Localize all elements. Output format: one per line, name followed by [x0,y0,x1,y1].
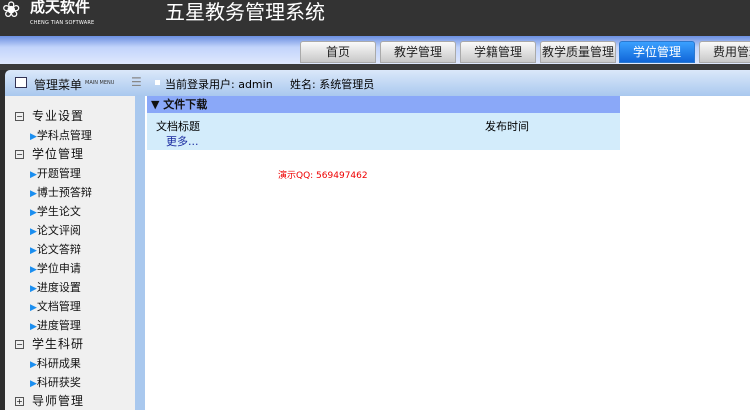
sidebar-item-label: 学生论文 [36,205,81,218]
collapse-icon[interactable]: − [15,150,24,159]
sidebar-item[interactable]: ▶学位申请 [30,260,81,276]
arrow-icon: ▶ [30,379,37,389]
arrow-icon: ▶ [30,360,37,370]
sidebar-item[interactable]: ▶学生论文 [30,203,81,219]
sidebar-item[interactable]: ▶科研成果 [30,355,81,371]
sidebar-item[interactable]: ▶开题管理 [30,165,81,181]
logo-subtext: CHENG TIAN SOFTWARE [30,20,95,26]
sidebar-group[interactable]: + 导师管理 [15,392,84,409]
current-user: 当前登录用户: admin [165,78,273,91]
menu-subtitle: MAIN MENU [85,80,115,86]
sidebar-item-label: 博士预答辩 [36,186,92,199]
arrow-icon: ▶ [30,132,37,142]
top-header: ❀ 成天软件 CHENG TIAN SOFTWARE 五星教务管理系统 [0,0,750,36]
sidebar-group-label: 导师管理 [32,394,85,408]
more-link[interactable]: 更多... [166,133,199,149]
sidebar-item[interactable]: ▶科研获奖 [30,374,81,390]
collapse-icon[interactable]: − [15,112,24,121]
sidebar-group[interactable]: − 学生科研 [15,335,84,352]
arrow-icon: ▶ [30,284,37,294]
arrow-icon: ▶ [30,322,37,332]
tab-student-records[interactable]: 学籍管理 [460,41,536,63]
sidebar-item[interactable]: ▶进度管理 [30,317,81,333]
sidebar-item-label: 进度设置 [36,281,81,294]
collapse-menu-icon[interactable]: ☰ [131,75,142,89]
arrow-icon: ▶ [30,246,37,256]
arrow-icon: ▶ [30,265,37,275]
info-bar: 管理菜单 MAIN MENU ☰ 当前登录用户: admin 姓名: 系统管理员 [5,70,750,96]
column-publish-time: 发布时间 [485,120,529,133]
arrow-icon: ▶ [30,303,37,313]
bullet-icon [155,80,160,85]
tab-fees[interactable]: 费用管理 [699,41,750,63]
sidebar-item[interactable]: ▶进度设置 [30,279,81,295]
nav-tabs: 首页 教学管理 学籍管理 教学质量管理 学位管理 费用管理 [0,36,750,64]
sidebar-item-label: 科研获奖 [36,376,81,389]
arrow-icon: ▶ [30,227,37,237]
logo-text: 成天软件 [30,0,91,16]
expand-icon[interactable]: + [15,397,24,406]
menu-title: 管理菜单 [34,78,83,92]
sidebar-group-label: 专业设置 [32,109,85,123]
file-download-panel: ▼ 文件下载 文档标题 发布时间 更多... [147,96,620,150]
arrow-icon: ▶ [30,189,37,199]
sidebar: − 专业设置 ▶学科点管理 − 学位管理 ▶开题管理 ▶博士预答辩 ▶学生论文 ▶论文评阅 ▶论文… [5,96,135,410]
sidebar-item-label: 论文评阅 [36,224,81,237]
arrow-icon: ▶ [30,170,37,180]
sidebar-item[interactable]: ▶论文答辩 [30,241,81,257]
logo-mark-icon: ❀ [2,0,21,23]
sidebar-group[interactable]: − 专业设置 [15,107,84,124]
panel-title: 文件下载 [163,98,208,111]
logo: ❀ 成天软件 CHENG TIAN SOFTWARE [0,0,120,34]
tab-home[interactable]: 首页 [300,41,376,63]
sidebar-group[interactable]: − 学位管理 [15,145,84,162]
sidebar-item-label: 论文答辩 [36,243,81,256]
sidebar-item[interactable]: ▶博士预答辩 [30,184,92,200]
sidebar-item[interactable]: ▶论文评阅 [30,222,81,238]
sidebar-item-label: 进度管理 [36,319,81,332]
arrow-icon: ▶ [30,208,37,218]
main-content: ▼ 文件下载 文档标题 发布时间 更多... 演示QQ: 569497462 [145,96,750,410]
sidebar-item-label: 学位申请 [36,262,81,275]
menu-icon [15,77,27,88]
column-doc-title: 文档标题 [156,120,200,133]
sidebar-item-label: 科研成果 [36,357,81,370]
tab-teaching-quality[interactable]: 教学质量管理 [540,41,616,63]
user-name: 姓名: 系统管理员 [290,78,375,91]
demo-notice: 演示QQ: 569497462 [278,171,368,181]
tab-teaching[interactable]: 教学管理 [380,41,456,63]
tab-degree[interactable]: 学位管理 [619,41,695,63]
sidebar-item[interactable]: ▶文档管理 [30,298,81,314]
sidebar-item-label: 学科点管理 [36,129,92,142]
sidebar-item-label: 开题管理 [36,167,81,180]
sidebar-item[interactable]: ▶学科点管理 [30,127,92,143]
splitter[interactable] [135,96,145,410]
collapse-icon[interactable]: − [15,340,24,349]
sidebar-group-label: 学位管理 [32,147,85,161]
app-title: 五星教务管理系统 [165,0,325,24]
sidebar-group-label: 学生科研 [32,337,85,351]
sidebar-item-label: 文档管理 [36,300,81,313]
panel-header[interactable]: ▼ 文件下载 [147,96,620,113]
